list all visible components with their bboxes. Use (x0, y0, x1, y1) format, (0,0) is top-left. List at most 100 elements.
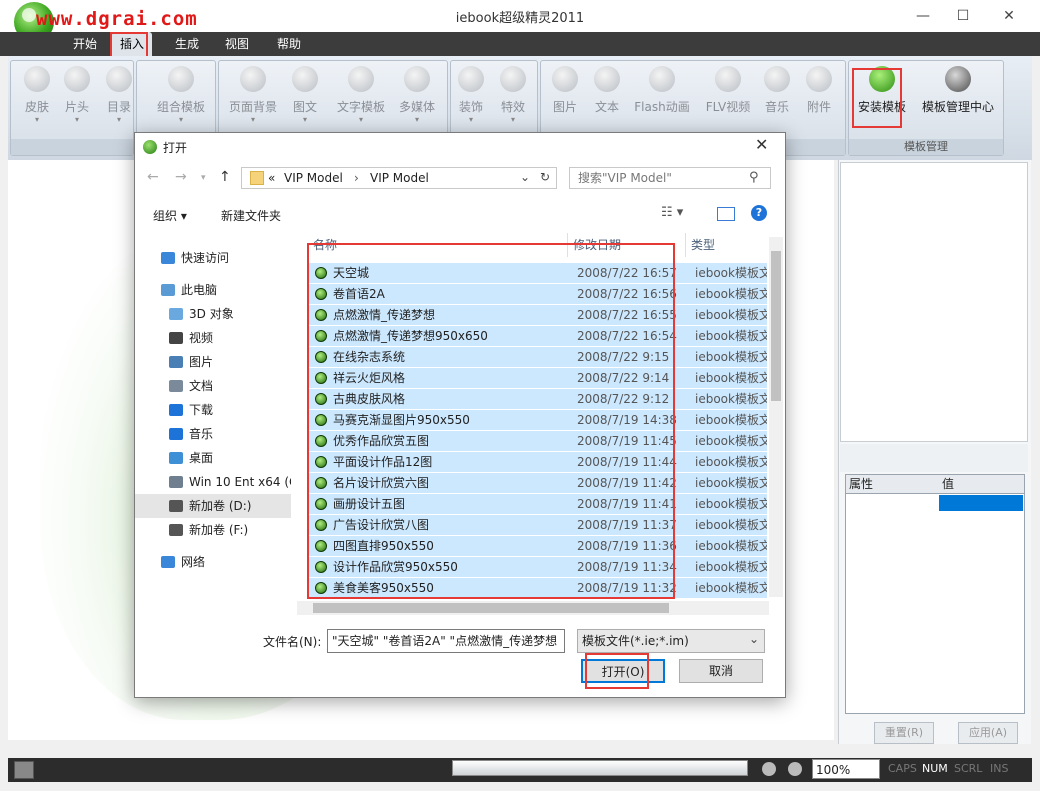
ribbon-text-template-button[interactable]: 文字模板 ▾ (330, 64, 392, 134)
dropdown-arrow-icon: ▾ (116, 115, 121, 124)
decoration-icon (458, 66, 484, 92)
ribbon-attachment-button[interactable]: 附件 (792, 64, 846, 134)
attachment-icon (806, 66, 832, 92)
ribbon-flv-button[interactable]: FLV视频 (698, 64, 758, 134)
highlight-open-button (585, 653, 649, 689)
print-icon[interactable] (762, 762, 776, 776)
scrl-indicator: SCRL (954, 762, 983, 775)
breadcrumb-chevron-icon: › (354, 171, 359, 185)
horizontal-scroll-thumb[interactable] (313, 603, 669, 613)
close-button[interactable]: ✕ (986, 0, 1032, 32)
dropdown-arrow-icon: ▾ (510, 115, 515, 124)
dropdown-arrow-icon: ▾ (302, 115, 307, 124)
picture-icon (169, 356, 183, 368)
filename-input[interactable]: "天空城" "卷首语2A" "点燃激情_传递梦想 (327, 629, 565, 653)
flash-icon (649, 66, 675, 92)
menu-start[interactable]: 开始 (64, 32, 106, 56)
address-dropdown-icon[interactable]: ⌄ (520, 170, 530, 184)
picture-icon (552, 66, 578, 92)
ribbon-multimedia-button[interactable]: 多媒体 ▾ (390, 64, 444, 134)
dialog-close-icon[interactable]: ✕ (755, 135, 768, 154)
nav-quick-access[interactable]: 快速访问 (161, 246, 229, 270)
file-type-select[interactable]: 模板文件(*.ie;*.im) (577, 629, 765, 653)
dialog-title: 打开 (163, 141, 188, 155)
nav-network[interactable]: 网络 (161, 550, 205, 574)
property-col-header: 属性 (846, 475, 940, 494)
panel-splitter[interactable] (840, 444, 1028, 472)
maximize-button[interactable]: ☐ (940, 0, 986, 32)
computer-icon (161, 284, 175, 296)
highlight-install-template (852, 68, 902, 128)
ins-indicator: INS (990, 762, 1009, 775)
desktop-icon (169, 452, 183, 464)
ribbon-text-button[interactable]: 文本 (580, 64, 634, 134)
watermark-text: www.dgrai.com (36, 8, 198, 30)
image-text-icon (292, 66, 318, 92)
recent-chevron-icon[interactable]: ▾ (201, 173, 206, 183)
nav-drive-f[interactable]: 新加卷 (F:) (169, 518, 248, 542)
manager-minus-icon (945, 66, 971, 92)
col-divider[interactable] (685, 233, 686, 257)
property-grid[interactable]: 属性 值 (845, 474, 1025, 714)
ribbon-combo-template-button[interactable]: 组合模板 ▾ (150, 64, 212, 134)
reset-button[interactable]: 重置(R) (874, 722, 934, 744)
menu-help[interactable]: 帮助 (268, 32, 310, 56)
nav-this-pc[interactable]: 此电脑 (161, 278, 217, 302)
nav-3d-objects[interactable]: 3D 对象 (169, 302, 234, 326)
dialog-toolbar: 组织 ▾ 新建文件夹 ☷ ▾ ? (135, 199, 783, 229)
nav-drive-c[interactable]: Win 10 Ent x64 (C (169, 470, 291, 494)
film-icon (169, 332, 183, 344)
back-arrow-icon[interactable]: ← (147, 169, 159, 185)
preview-pane-icon[interactable] (717, 207, 735, 221)
preview-icon[interactable] (788, 762, 802, 776)
dialog-app-icon (143, 140, 157, 154)
address-bar[interactable]: « VIP Model › VIP Model ⌄ ↻ (241, 167, 557, 189)
view-options-icon[interactable]: ☷ ▾ (661, 205, 683, 220)
search-input[interactable]: 搜索"VIP Model" (569, 167, 771, 189)
ribbon-page-bg-button[interactable]: 页面背景 ▾ (222, 64, 284, 134)
open-file-dialog: 打开 ✕ ← → ▾ ↑ « VIP Model › VIP Model ⌄ ↻… (134, 132, 786, 698)
search-icon: ⚲ (749, 170, 759, 185)
highlight-file-selection (307, 243, 675, 599)
template-manager-button[interactable]: 模板管理中心 (916, 64, 1000, 134)
ribbon-image-text-button[interactable]: 图文 ▾ (278, 64, 332, 134)
ribbon-flash-button[interactable]: Flash动画 (628, 64, 696, 134)
nav-downloads[interactable]: 下载 (169, 398, 213, 422)
intro-icon (64, 66, 90, 92)
text-icon (594, 66, 620, 92)
forward-arrow-icon[interactable]: → (175, 169, 187, 185)
organize-button[interactable]: 组织 ▾ (153, 207, 187, 224)
value-cell-selected[interactable] (939, 495, 1023, 511)
ribbon-toc-button[interactable]: 目录 ▾ (92, 64, 146, 134)
refresh-icon[interactable]: ↻ (540, 170, 550, 184)
preview-pane (840, 162, 1028, 442)
ribbon-effects-button[interactable]: 特效 ▾ (486, 64, 540, 134)
status-page-icon[interactable] (14, 761, 34, 779)
filter-dropdown-icon[interactable]: ⌄ (749, 632, 759, 646)
col-header-type[interactable]: 类型 (691, 235, 715, 255)
menu-generate[interactable]: 生成 (166, 32, 208, 56)
new-folder-button[interactable]: 新建文件夹 (221, 207, 281, 224)
nav-music[interactable]: 音乐 (169, 422, 213, 446)
nav-desktop[interactable]: 桌面 (169, 446, 213, 470)
vertical-scroll-thumb[interactable] (771, 251, 781, 401)
zoom-select[interactable]: 100% (812, 759, 880, 779)
dropdown-arrow-icon: ▾ (414, 115, 419, 124)
dropdown-arrow-icon: ▾ (178, 115, 183, 124)
flv-video-icon (715, 66, 741, 92)
breadcrumb-2[interactable]: VIP Model (370, 171, 429, 185)
up-arrow-icon[interactable]: ↑ (219, 169, 231, 185)
nav-pictures[interactable]: 图片 (169, 350, 213, 374)
nav-documents[interactable]: 文档 (169, 374, 213, 398)
template-group-label: 模板管理 (849, 139, 1003, 155)
toc-icon (106, 66, 132, 92)
cancel-button[interactable]: 取消 (679, 659, 763, 683)
dropdown-arrow-icon: ▾ (250, 115, 255, 124)
nav-videos[interactable]: 视频 (169, 326, 213, 350)
help-icon[interactable]: ? (751, 205, 767, 221)
num-indicator: NUM (922, 762, 948, 775)
nav-drive-d[interactable]: 新加卷 (D:) (169, 494, 251, 518)
apply-button[interactable]: 应用(A) (958, 722, 1018, 744)
menu-view[interactable]: 视图 (216, 32, 258, 56)
breadcrumb-1[interactable]: VIP Model (284, 171, 343, 185)
